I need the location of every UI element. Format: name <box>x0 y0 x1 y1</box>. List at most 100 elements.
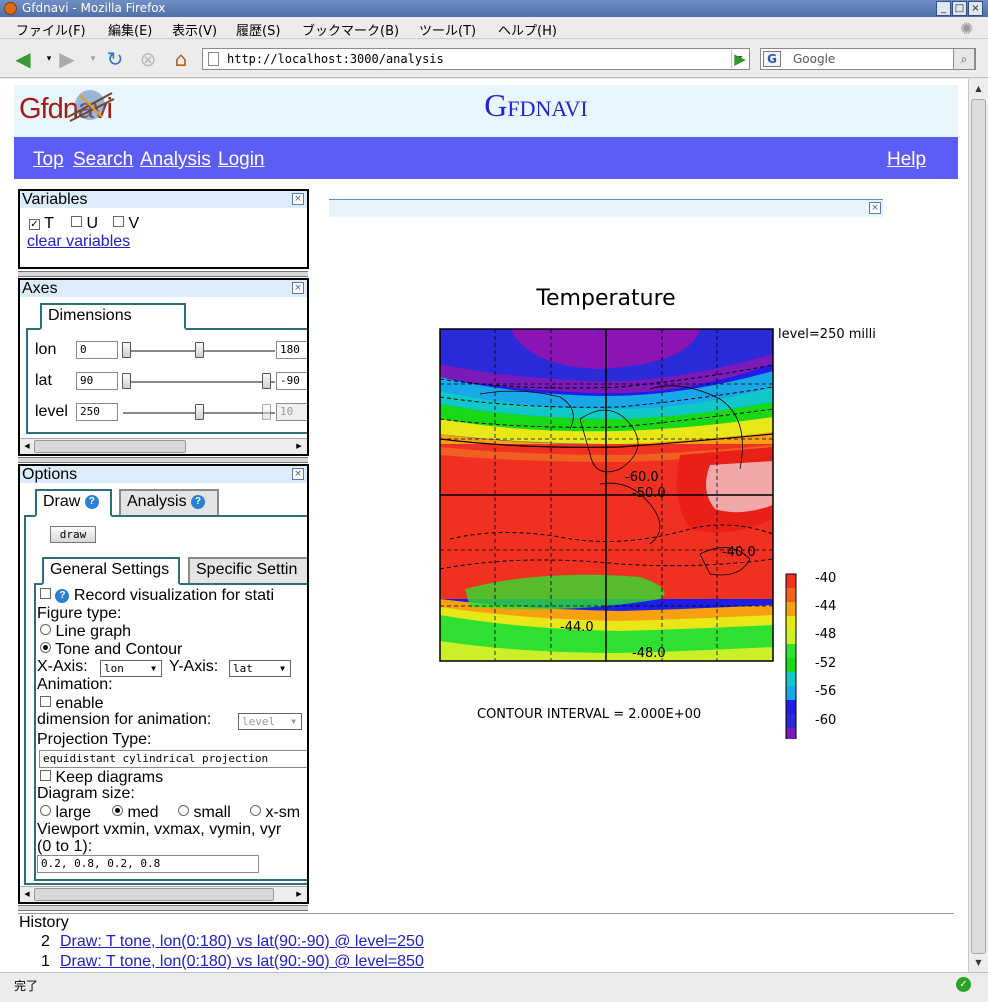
lat-slider-max-knob[interactable] <box>262 373 271 389</box>
search-engine-icon[interactable]: G <box>763 51 781 67</box>
scroll-right-icon[interactable]: ▶ <box>293 888 305 901</box>
close-icon[interactable]: × <box>292 282 304 294</box>
menu-help[interactable]: ヘルプ(H) <box>498 20 557 39</box>
menu-edit[interactable]: 編集(E) <box>108 20 152 39</box>
size-small-radio[interactable]: small <box>178 804 231 822</box>
scroll-down-icon[interactable]: ▼ <box>971 955 986 971</box>
lon-min-input[interactable]: 0 <box>76 341 118 359</box>
scroll-right-icon[interactable]: ▶ <box>293 440 305 453</box>
clear-variables-link[interactable]: clear variables <box>27 233 130 251</box>
window-titlebar: Gfdnavi - Mozilla Firefox _ □ × <box>0 0 988 17</box>
size-med-radio[interactable]: med <box>112 804 159 822</box>
url-bar[interactable]: http://localhost:3000/analysis ▼ <box>202 48 750 70</box>
minimize-button[interactable]: _ <box>936 1 951 16</box>
close-icon[interactable]: × <box>869 202 881 214</box>
projection-select[interactable]: equidistant cylindrical projection <box>39 750 307 768</box>
page-viewport: Gfdnavi Gfdnavi Top Search Analysis Logi… <box>0 79 968 972</box>
nav-top-link[interactable]: Top <box>33 149 64 171</box>
yaxis-select[interactable]: lat ▼ <box>229 660 291 677</box>
chevron-down-icon: ▼ <box>280 664 285 673</box>
variable-v[interactable]: V <box>113 215 139 233</box>
help-icon[interactable]: ? <box>191 495 206 509</box>
contour-label-60: -60.0 <box>625 470 659 485</box>
figure-type-tone-contour[interactable]: Tone and Contour <box>40 641 182 659</box>
go-icon[interactable]: ▶ <box>730 49 750 69</box>
search-magnifier-icon[interactable]: ⌕ <box>953 48 975 70</box>
panel-resize-handle[interactable] <box>18 271 308 277</box>
figure-title: Temperature <box>535 286 675 311</box>
tab-draw[interactable]: Draw ? <box>35 489 112 517</box>
tab-general-settings[interactable]: General Settings <box>42 557 180 585</box>
menu-bookmarks[interactable]: ブックマーク(B) <box>302 20 399 39</box>
panel-resize-handle[interactable] <box>18 905 308 911</box>
firefox-icon <box>4 2 17 15</box>
level-note: level=250 milli <box>778 327 876 342</box>
nav-analysis-link[interactable]: Analysis <box>140 149 211 171</box>
page-vertical-scrollbar[interactable]: ▲ ▼ <box>968 79 988 972</box>
maximize-button[interactable]: □ <box>952 1 967 16</box>
close-icon[interactable]: × <box>292 468 304 480</box>
scroll-up-icon[interactable]: ▲ <box>971 81 986 97</box>
viewport-input[interactable]: 0.2, 0.8, 0.2, 0.8 <box>37 855 259 873</box>
lon-max-input[interactable]: 180 <box>276 341 307 359</box>
reload-icon[interactable]: ↻ <box>102 46 128 72</box>
tab-dimensions[interactable]: Dimensions <box>40 303 186 330</box>
temperature-figure: Temperature level=250 milli -60.0 -50.0 … <box>439 286 876 739</box>
axes-horizontal-scrollbar[interactable]: ◀ ▶ <box>20 438 307 454</box>
level-min-input[interactable]: 250 <box>76 403 118 421</box>
scrollbar-thumb[interactable] <box>34 888 274 901</box>
tab-analysis[interactable]: Analysis ? <box>119 489 219 515</box>
menu-history[interactable]: 履歴(S) <box>236 20 280 39</box>
history-title: History <box>19 914 69 931</box>
contour-label-48: -48.0 <box>632 646 666 661</box>
lon-slider-max-knob[interactable] <box>195 342 204 358</box>
menu-tools[interactable]: ツール(T) <box>419 20 476 39</box>
lat-slider-min-knob[interactable] <box>122 373 131 389</box>
lat-min-input[interactable]: 90 <box>76 372 118 390</box>
chevron-down-icon: ▼ <box>291 717 296 726</box>
back-icon[interactable]: ◀ <box>10 46 36 72</box>
size-large-radio[interactable]: large <box>40 804 91 822</box>
nav-login-link[interactable]: Login <box>218 149 265 171</box>
lat-slider-track[interactable] <box>123 381 275 383</box>
contour-label-40: -40.0 <box>722 545 756 560</box>
record-visualization-checkbox[interactable]: ? Record visualization for stati <box>40 587 274 605</box>
colorbar-tick: -52 <box>815 656 836 671</box>
history-item-link[interactable]: Draw: T tone, lon(0:180) vs lat(90:-90) … <box>60 933 424 951</box>
stop-icon[interactable]: ⊗ <box>135 46 161 72</box>
tab-specific-settings[interactable]: Specific Settin <box>188 557 307 583</box>
help-icon[interactable]: ? <box>55 589 70 603</box>
level-slider-max-knob <box>262 404 271 420</box>
size-xsmall-radio[interactable]: x-sm <box>250 804 300 822</box>
scroll-left-icon[interactable]: ◀ <box>21 440 33 453</box>
dimension-animation-label: dimension for animation: <box>37 711 212 728</box>
lat-max-input[interactable]: -90 <box>276 372 307 390</box>
history-item-link[interactable]: Draw: T tone, lon(0:180) vs lat(90:-90) … <box>60 953 424 971</box>
nav-search-link[interactable]: Search <box>73 149 133 171</box>
close-icon[interactable]: × <box>292 193 304 205</box>
tone-map <box>440 329 773 661</box>
figure-type-line-graph[interactable]: Line graph <box>40 623 131 641</box>
scrollbar-thumb[interactable] <box>34 440 186 453</box>
yaxis-label: Y-Axis: <box>169 658 219 675</box>
help-icon[interactable]: ? <box>84 495 99 509</box>
menu-view[interactable]: 表示(V) <box>172 20 217 39</box>
level-slider-knob[interactable] <box>195 404 204 420</box>
variable-t[interactable]: ✓ T <box>29 215 54 233</box>
draw-button[interactable]: draw <box>50 526 96 543</box>
menu-file[interactable]: ファイル(F) <box>16 20 86 39</box>
scrollbar-thumb[interactable] <box>971 99 986 954</box>
lon-slider-min-knob[interactable] <box>122 342 131 358</box>
variable-u[interactable]: U <box>71 215 98 233</box>
nav-help-link[interactable]: Help <box>887 149 926 171</box>
colorbar-tick: -40 <box>815 571 836 586</box>
chevron-down-icon: ▼ <box>151 664 156 673</box>
home-icon[interactable]: ⌂ <box>168 46 194 72</box>
forward-icon[interactable]: ▶ <box>54 46 80 72</box>
panel-resize-handle[interactable] <box>18 457 308 463</box>
xaxis-select[interactable]: lon ▼ <box>100 660 162 677</box>
search-bar[interactable]: G Google ⌕ <box>760 48 976 70</box>
scroll-left-icon[interactable]: ◀ <box>21 888 33 901</box>
close-window-button[interactable]: × <box>968 1 983 16</box>
options-horizontal-scrollbar[interactable]: ◀ ▶ <box>20 886 307 902</box>
